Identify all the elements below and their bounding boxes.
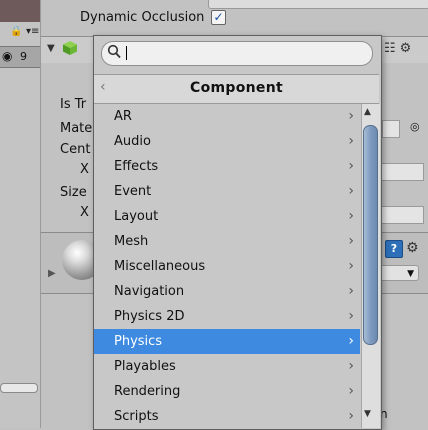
list-item-label: Layout <box>114 209 159 224</box>
list-item-label: Physics <box>114 334 163 349</box>
chevron-right-icon: › <box>348 383 354 399</box>
size-x-field[interactable] <box>380 206 424 224</box>
hierarchy-horizontal-scrollbar[interactable] <box>0 383 38 393</box>
chevron-right-icon: › <box>348 283 354 299</box>
chevron-right-icon: › <box>348 408 354 424</box>
list-item-label: Navigation <box>114 284 185 299</box>
panel-lock-row: 🔒 ▾≡ <box>0 26 40 38</box>
layers-row: ◉ 9 <box>0 46 40 68</box>
cube-icon <box>63 41 77 55</box>
chevron-right-icon: › <box>348 258 354 274</box>
list-item[interactable]: Rendering › <box>94 379 360 404</box>
list-item[interactable]: AR › <box>94 104 360 129</box>
search-input[interactable] <box>101 41 373 66</box>
popup-title: Component <box>190 80 283 96</box>
material-field[interactable] <box>382 120 400 138</box>
list-item-label: Playables <box>114 359 176 374</box>
gear-icon[interactable]: ⚙ <box>400 41 416 56</box>
list-item[interactable]: Physics 2D › <box>94 304 360 329</box>
search-icon <box>107 44 121 59</box>
property-label: Size <box>60 185 87 200</box>
chevron-right-icon: › <box>348 183 354 199</box>
list-item-label: Physics 2D <box>114 309 185 324</box>
list-item-label: Event <box>114 184 152 199</box>
axis-label: X <box>80 162 89 177</box>
help-icon[interactable]: ? <box>385 240 403 258</box>
chevron-right-icon: › <box>348 208 354 224</box>
list-item[interactable]: Layout › <box>94 204 360 229</box>
component-header-icons: ☷⚙ <box>384 41 415 56</box>
component-category-list: AR › Audio › Effects › Event › Layout › Mesh ›… <box>94 104 360 428</box>
lock-icon[interactable]: 🔒 <box>10 26 22 37</box>
list-item[interactable]: Audio › <box>94 129 360 154</box>
list-item[interactable]: Event › <box>94 179 360 204</box>
scene-thumbnail <box>0 0 40 22</box>
list-item[interactable]: Playables › <box>94 354 360 379</box>
dynamic-occlusion-label: Dynamic Occlusion <box>80 10 205 25</box>
chevron-right-icon: › <box>348 233 354 249</box>
text-caret <box>126 46 127 60</box>
scrollbar-thumb[interactable] <box>363 125 378 345</box>
scroll-up-arrow-icon[interactable]: ▲ <box>364 107 371 117</box>
property-label: Is Tr <box>60 97 87 112</box>
property-label: Cent <box>60 142 91 157</box>
chevron-right-icon: › <box>348 308 354 324</box>
list-item-label: AR <box>114 109 132 124</box>
list-item[interactable]: Navigation › <box>94 279 360 304</box>
scroll-down-arrow-icon[interactable]: ▼ <box>364 409 371 419</box>
panel-menu-icon[interactable]: ▾≡ <box>26 26 39 37</box>
list-item-label: Audio <box>114 134 151 149</box>
list-item-label: Rendering <box>114 384 181 399</box>
list-item-label: Scripts <box>114 409 159 424</box>
list-item[interactable]: Scripts › <box>94 404 360 428</box>
dynamic-occlusion-checkbox[interactable]: ✓ <box>211 10 226 25</box>
chevron-right-icon: › <box>348 108 354 124</box>
chevron-right-icon: › <box>348 158 354 174</box>
list-item-label: Miscellaneous <box>114 259 206 274</box>
list-item[interactable]: Effects › <box>94 154 360 179</box>
chevron-right-icon: › <box>348 133 354 149</box>
eye-icon[interactable]: ◉ <box>2 49 12 63</box>
list-item[interactable]: Mesh › <box>94 229 360 254</box>
object-picker-icon[interactable]: ◎ <box>410 120 420 133</box>
property-label: Mate <box>60 121 93 136</box>
list-item-label: Mesh <box>114 234 149 249</box>
list-item-label: Effects <box>114 159 159 174</box>
list-item[interactable]: Miscellaneous › <box>94 254 360 279</box>
preset-icon[interactable]: ☷ <box>384 41 400 56</box>
gear-icon[interactable]: ⚙ <box>406 240 419 256</box>
foldout-arrow-icon[interactable]: ▼ <box>47 43 55 54</box>
list-item-selected[interactable]: Physics › <box>94 329 360 354</box>
expand-arrow-icon[interactable]: ▶ <box>48 268 56 279</box>
chevron-right-icon: › <box>348 358 354 374</box>
axis-label: X <box>80 205 89 220</box>
layers-count: 9 <box>20 50 27 63</box>
top-field[interactable] <box>208 0 428 9</box>
chevron-right-icon: › <box>348 333 354 349</box>
center-x-field[interactable] <box>380 163 424 181</box>
